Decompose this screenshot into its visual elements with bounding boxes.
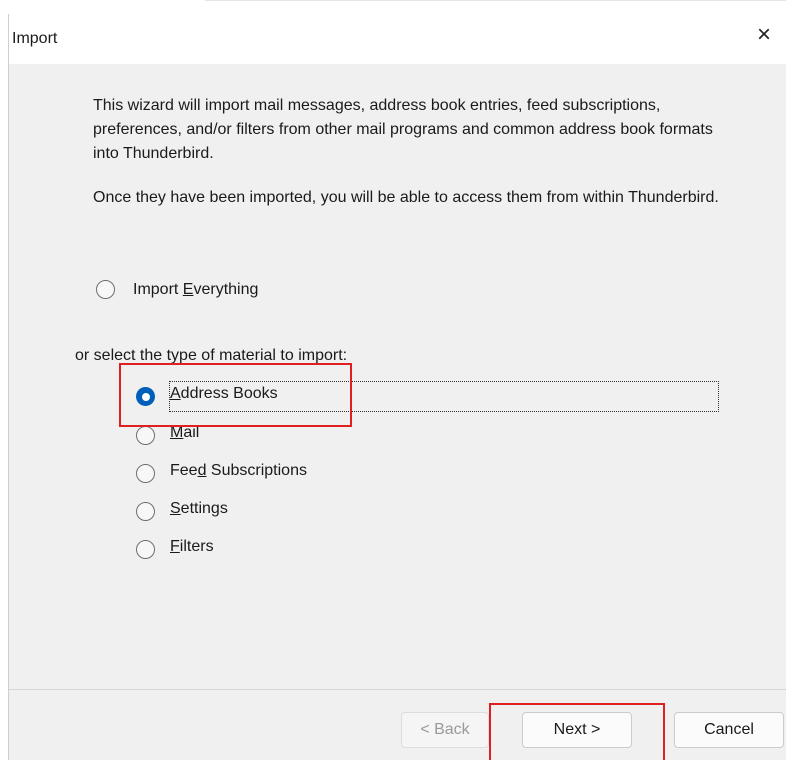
- cancel-button[interactable]: Cancel: [674, 712, 784, 748]
- import-everything-radio[interactable]: [96, 280, 115, 299]
- filters-label[interactable]: Filters: [170, 538, 214, 556]
- background-divider: [205, 0, 786, 1]
- annotation-highlight-next: [489, 703, 665, 760]
- back-button[interactable]: < Back: [401, 712, 489, 748]
- close-button[interactable]: ×: [741, 14, 786, 56]
- close-icon: ×: [756, 21, 771, 48]
- settings-label[interactable]: Settings: [170, 500, 228, 518]
- feed-subscriptions-radio[interactable]: [136, 464, 155, 483]
- import-everything-label[interactable]: Import Everything: [133, 281, 258, 299]
- intro-paragraph-1: This wizard will import mail messages, a…: [93, 97, 713, 162]
- mail-radio[interactable]: [136, 426, 155, 445]
- title-bar: Import ×: [9, 14, 786, 64]
- settings-radio[interactable]: [136, 502, 155, 521]
- desktop-background: [0, 0, 786, 14]
- intro-paragraph-2: Once they have been imported, you will b…: [93, 189, 719, 206]
- annotation-highlight-address-books: [119, 363, 352, 427]
- button-bar: < Back Next > Cancel: [9, 690, 786, 760]
- feed-subscriptions-label[interactable]: Feed Subscriptions: [170, 462, 307, 480]
- filters-radio[interactable]: [136, 540, 155, 559]
- import-dialog: Import × This wizard will import mail me…: [8, 14, 786, 760]
- dialog-title: Import: [12, 30, 58, 47]
